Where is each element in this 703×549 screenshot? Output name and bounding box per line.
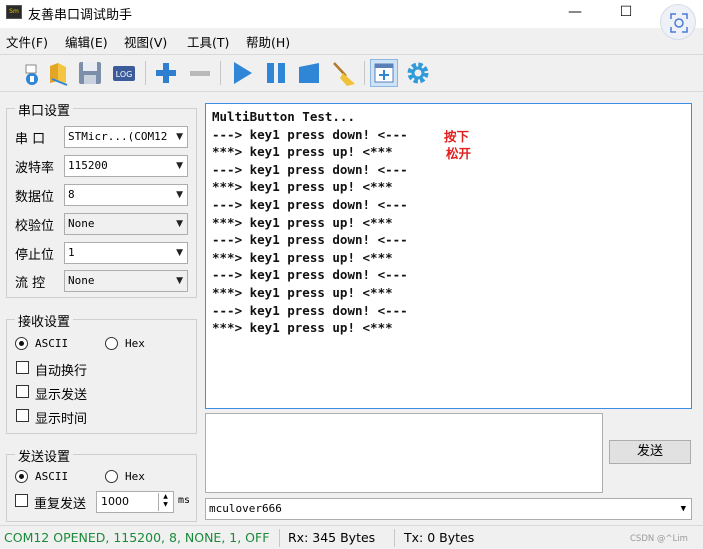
tx-counter: Tx: 0 Bytes: [404, 530, 475, 545]
serial-settings-group: 串口设置 串 口 STMicr...(COM12 ▼ 波特率 115200 ▼ 数据…: [6, 100, 197, 298]
window-icon[interactable]: [370, 59, 398, 87]
show-send-checkbox[interactable]: [16, 385, 29, 398]
send-hex-label: Hex: [125, 470, 145, 483]
flow-label: 流 控: [15, 276, 46, 291]
menu-view[interactable]: 视图(V): [124, 32, 167, 51]
receive-line: MultiButton Test...: [212, 109, 355, 124]
open-icon[interactable]: [45, 59, 73, 87]
menu-file[interactable]: 文件(F): [6, 32, 48, 51]
title-bar: Sm 友善串口调试助手 — ☐: [0, 0, 703, 40]
new-icon[interactable]: [18, 59, 46, 87]
interval-spinbox[interactable]: 1000 ▲ ▼: [96, 491, 174, 513]
baud-label: 波特率: [15, 161, 55, 176]
clear-broom-icon[interactable]: [329, 59, 357, 87]
remove-icon[interactable]: [186, 59, 214, 87]
log-icon-text: LOG: [116, 70, 133, 79]
send-settings-title: 发送设置: [15, 446, 74, 465]
spin-arrows-icon[interactable]: ▲ ▼: [158, 493, 172, 511]
auto-wrap-checkbox[interactable]: [16, 361, 29, 374]
watermark: CSDN @^Lim: [630, 534, 688, 544]
chevron-down-icon: ▼: [176, 190, 183, 200]
port-label: 串 口: [15, 132, 46, 147]
app-icon: Sm: [6, 5, 22, 19]
show-time-label: 显示时间: [35, 412, 88, 427]
send-history-select[interactable]: mculover666 ▼: [205, 498, 692, 520]
settings-gear-icon[interactable]: [404, 59, 432, 87]
receive-line: ---> key1 press down! <---: [212, 161, 408, 177]
receive-line: ---> key1 press down! <---: [212, 126, 408, 142]
app-window: Sm 友善串口调试助手 — ☐ 文件(F) 编辑(E) 视图(V) 工具(T) …: [0, 0, 703, 549]
interval-unit: ms: [178, 495, 191, 506]
stopbits-select[interactable]: 1 ▼: [64, 242, 188, 264]
recv-ascii-radio[interactable]: [15, 337, 28, 350]
receive-textarea[interactable]: MultiButton Test... ---> key1 press down!…: [205, 103, 692, 409]
chevron-down-icon: ▼: [176, 132, 183, 142]
receive-line: ***> key1 press up! <***: [212, 144, 393, 160]
pause-icon[interactable]: [262, 59, 290, 87]
minimize-button[interactable]: —: [552, 0, 598, 28]
chevron-down-icon: ▼: [176, 161, 183, 171]
databits-select[interactable]: 8 ▼: [64, 184, 188, 206]
serial-settings-title: 串口设置: [15, 100, 74, 119]
receive-line: ***> key1 press up! <***: [212, 214, 393, 230]
window-title: 友善串口调试助手: [28, 8, 133, 23]
chevron-down-icon: ▼: [680, 504, 686, 514]
menu-bar: 文件(F) 编辑(E) 视图(V) 工具(T) 帮助(H): [0, 30, 660, 52]
stop-icon[interactable]: [295, 59, 323, 87]
toolbar-separator: [220, 61, 221, 85]
receive-settings-title: 接收设置: [15, 311, 74, 330]
maximize-button[interactable]: ☐: [603, 0, 649, 28]
send-ascii-radio[interactable]: [15, 470, 28, 483]
stopbits-label: 停止位: [15, 248, 55, 263]
send-hex-radio[interactable]: [105, 470, 118, 483]
databits-label: 数据位: [15, 190, 55, 205]
receive-line: ---> key1 press down! <---: [212, 302, 408, 318]
show-time-checkbox[interactable]: [16, 409, 29, 422]
receive-line: ***> key1 press up! <***: [212, 249, 393, 265]
screen-capture-icon[interactable]: [660, 4, 696, 40]
repeat-send-label: 重复发送: [34, 497, 87, 512]
status-bar: COM12 OPENED, 115200, 8, NONE, 1, OFF Rx…: [0, 525, 703, 549]
receive-line: ***> key1 press up! <***: [212, 179, 393, 195]
recv-hex-radio[interactable]: [105, 337, 118, 350]
chevron-down-icon: ▼: [176, 248, 183, 258]
menu-tools[interactable]: 工具(T): [187, 32, 229, 51]
show-send-label: 显示发送: [35, 388, 88, 403]
chevron-down-icon: ▼: [176, 276, 183, 286]
status-separator: [279, 529, 280, 547]
play-icon[interactable]: [228, 59, 256, 87]
recv-ascii-label: ASCII: [35, 337, 69, 350]
send-button[interactable]: 发送: [609, 440, 691, 464]
auto-wrap-label: 自动换行: [35, 364, 88, 379]
annotation-release: 松开: [446, 146, 472, 161]
receive-line: ---> key1 press down! <---: [212, 232, 408, 248]
receive-line: ---> key1 press down! <---: [212, 267, 408, 283]
menu-edit[interactable]: 编辑(E): [65, 32, 108, 51]
repeat-send-checkbox[interactable]: [15, 494, 28, 507]
send-textarea[interactable]: [205, 413, 603, 493]
status-separator: [394, 529, 395, 547]
interval-value: 1000: [101, 495, 129, 508]
log-icon[interactable]: LOG: [110, 59, 138, 87]
toolbar: LOG: [0, 54, 703, 92]
receive-line: ---> key1 press down! <---: [212, 197, 408, 212]
receive-line: ***> key1 press up! <***: [212, 320, 393, 336]
rx-counter: Rx: 345 Bytes: [288, 530, 376, 545]
add-icon[interactable]: [152, 59, 180, 87]
send-ascii-label: ASCII: [35, 470, 69, 483]
save-icon[interactable]: [76, 59, 104, 87]
parity-label: 校验位: [15, 219, 55, 234]
port-select[interactable]: STMicr...(COM12 ▼: [64, 126, 188, 148]
toolbar-separator: [364, 61, 365, 85]
connection-status: COM12 OPENED, 115200, 8, NONE, 1, OFF: [4, 530, 270, 545]
menu-help[interactable]: 帮助(H): [246, 32, 290, 51]
receive-settings-group: 接收设置 ASCII Hex 自动换行 显示发送 显示时间: [6, 311, 197, 434]
receive-line: ***> key1 press up! <***: [212, 285, 393, 300]
parity-select[interactable]: None ▼: [64, 213, 188, 235]
flow-select[interactable]: None ▼: [64, 270, 188, 292]
toolbar-separator: [145, 61, 146, 85]
chevron-down-icon: ▼: [176, 219, 183, 229]
baud-select[interactable]: 115200 ▼: [64, 155, 188, 177]
recv-hex-label: Hex: [125, 337, 145, 350]
